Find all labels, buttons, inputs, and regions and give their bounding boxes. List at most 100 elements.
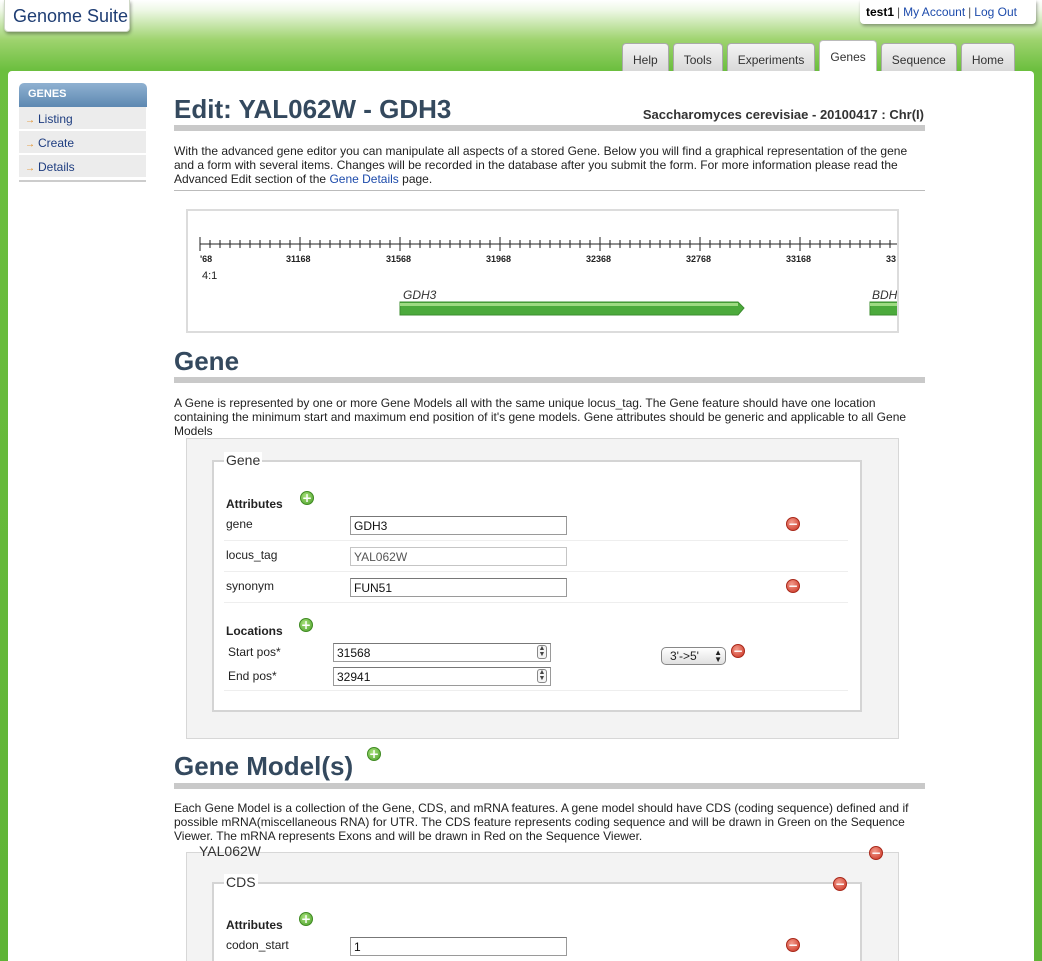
tick-label: 31568	[386, 254, 411, 264]
remove-gene-model-icon[interactable]: −	[869, 846, 883, 860]
end-pos-input[interactable]: 32941	[333, 667, 551, 686]
locus-tag-input[interactable]: YAL062W	[350, 547, 567, 566]
add-location-icon[interactable]: +	[299, 618, 313, 632]
separator: |	[968, 5, 972, 19]
sidebar-item-details[interactable]: → Details	[19, 155, 146, 178]
my-account-link[interactable]: My Account	[903, 5, 965, 19]
intro-line: Advanced Edit section of the Gene Detail…	[174, 172, 926, 186]
attribute-key: locus_tag	[226, 548, 278, 562]
strand-value: 3'->5'	[670, 649, 699, 663]
desc-line: possible mRNA(miscellaneous RNA) for UTR…	[174, 815, 905, 829]
attributes-label: Attributes	[226, 497, 283, 511]
sidebar-item-label: Details	[38, 160, 75, 174]
organism-label: Saccharomyces cerevisiae - 20100417 : Ch…	[642, 107, 924, 122]
stepper-down-icon: ▼	[538, 675, 546, 682]
sidebar-item-listing[interactable]: → Listing	[19, 107, 146, 130]
attributes-label: Attributes	[226, 918, 283, 932]
desc-line: Viewer. The mRNA represents Exons and wi…	[174, 829, 643, 843]
tick-label: 31168	[286, 254, 311, 264]
desc-line: containing the minimum start and maximum…	[174, 410, 907, 424]
separator: |	[897, 5, 901, 19]
strand-select[interactable]: 3'->5' ▲ ▼	[661, 647, 726, 665]
tick-label: 33	[886, 254, 896, 264]
gene-models-description: Each Gene Model is a collection of the G…	[174, 801, 926, 843]
divider	[174, 190, 925, 191]
feature-label-gdh3: GDH3	[403, 288, 437, 302]
select-arrows-icon: ▲ ▼	[714, 649, 722, 664]
intro-text-part: page.	[398, 172, 433, 186]
tab-genes[interactable]: Genes	[819, 40, 877, 71]
strand-label: 4:1	[202, 270, 217, 282]
intro-line: With the advanced gene editor you can ma…	[174, 144, 908, 158]
start-pos-label: Start pos*	[228, 645, 281, 659]
cds-legend: CDS	[224, 874, 258, 890]
gene-description: A Gene is represented by one or more Gen…	[174, 396, 926, 438]
feature-highlight	[400, 303, 738, 306]
remove-attribute-icon[interactable]: −	[786, 938, 800, 952]
add-attribute-icon[interactable]: +	[299, 912, 313, 926]
row-divider	[224, 571, 848, 572]
intro-text: With the advanced gene editor you can ma…	[174, 144, 926, 186]
username: test1	[866, 5, 895, 19]
sidebar-header: GENES	[19, 83, 147, 107]
add-attribute-icon[interactable]: +	[300, 491, 314, 505]
select-down-icon: ▼	[714, 655, 722, 664]
intro-line: and a form with several items. Changes w…	[174, 158, 898, 172]
attribute-key: codon_start	[226, 938, 289, 952]
tick-label: 33168	[786, 254, 811, 264]
tab-home[interactable]: Home	[960, 43, 1015, 71]
remove-attribute-icon[interactable]: −	[786, 517, 800, 531]
section-rule	[174, 783, 925, 789]
title-rule	[174, 125, 925, 131]
desc-line: Each Gene Model is a collection of the G…	[174, 801, 909, 815]
attribute-value-input[interactable]: GDH3	[350, 516, 567, 535]
intro-text-part: Advanced Edit section of the	[174, 172, 330, 186]
arrow-right-icon: →	[25, 139, 35, 150]
arrow-right-icon: →	[25, 115, 35, 126]
tab-tools[interactable]: Tools	[672, 43, 723, 71]
remove-cds-icon[interactable]: −	[833, 877, 847, 891]
sequence-viewer[interactable]: '68 31168 31568 31968 32368 32768 33168 33 4:1 …	[186, 209, 899, 333]
attribute-key: gene	[226, 517, 253, 531]
account-bar: test1 | My Account | Log Out	[860, 0, 1036, 24]
desc-line: A Gene is represented by one or more Gen…	[174, 396, 876, 410]
tick-label: 31968	[486, 254, 511, 264]
gene-heading: Gene	[174, 346, 240, 376]
feature-label-bdh: BDH	[872, 288, 897, 302]
stepper-down-icon: ▼	[538, 651, 546, 658]
attribute-value-input[interactable]: FUN51	[350, 578, 567, 597]
sidebar-item-create[interactable]: → Create	[19, 131, 146, 154]
end-pos-stepper[interactable]: ▲ ▼	[537, 669, 547, 683]
gene-model-legend: YAL062W	[199, 843, 261, 859]
feature-highlight	[870, 303, 897, 306]
arrow-right-icon: →	[25, 163, 35, 174]
logout-link[interactable]: Log Out	[974, 5, 1017, 19]
remove-attribute-icon[interactable]: −	[786, 579, 800, 593]
sequence-track: '68 31168 31568 31968 32368 32768 33168 33 4:1 …	[199, 237, 897, 316]
sidebar-item-label: Create	[38, 136, 75, 150]
tab-sequence[interactable]: Sequence	[880, 43, 957, 71]
locations-label: Locations	[226, 624, 283, 638]
tick-label: 32368	[586, 254, 611, 264]
row-divider	[224, 690, 848, 691]
row-divider	[224, 602, 848, 603]
tick-label: 32768	[686, 254, 711, 264]
main-tabs: Help Tools Experiments Genes Sequence Ho…	[622, 40, 1015, 71]
tick-label: '68	[200, 254, 212, 264]
add-gene-model-icon[interactable]: +	[367, 747, 381, 761]
gene-details-link[interactable]: Gene Details	[329, 172, 398, 186]
codon-start-input[interactable]: 1	[350, 937, 567, 956]
fieldset-legend: Gene	[224, 452, 263, 468]
tab-experiments[interactable]: Experiments	[726, 43, 816, 71]
row-divider	[224, 540, 848, 541]
remove-location-icon[interactable]: −	[731, 644, 745, 658]
page-title: Edit: YAL062W - GDH3	[174, 94, 452, 124]
attribute-key: synonym	[226, 579, 275, 593]
tab-help[interactable]: Help	[622, 43, 669, 71]
end-pos-label: End pos*	[228, 669, 277, 683]
sidebar-item-label: Listing	[38, 112, 73, 126]
start-pos-input[interactable]: 31568	[333, 643, 551, 662]
sidebar-divider	[19, 180, 146, 182]
start-pos-stepper[interactable]: ▲ ▼	[537, 645, 547, 659]
app-logo[interactable]: Genome Suite	[4, 0, 130, 32]
